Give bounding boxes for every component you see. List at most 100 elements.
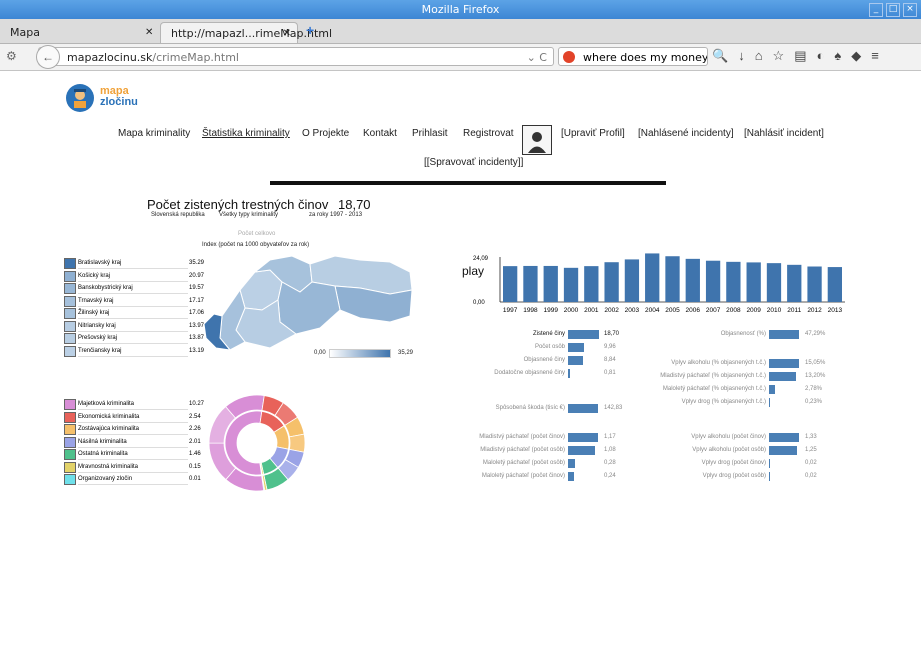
indicator-bar[interactable] — [568, 356, 583, 365]
indicator-label: Vplyv drog (počet činov) — [701, 460, 766, 466]
year-bar[interactable] — [543, 265, 558, 302]
indicator-bar[interactable] — [568, 472, 575, 481]
x-tick-label[interactable]: 2010 — [767, 307, 782, 314]
url-bar[interactable]: mapazlocinu.sk/crimeMap.html ⌄ C — [38, 47, 554, 66]
new-tab-plus-icon[interactable]: + — [306, 22, 314, 38]
menu-nahlasene-incidenty[interactable]: [Nahlásené incidenty] — [638, 128, 734, 139]
menu-spravovat-incidenty[interactable]: [[Spravovať incidenty]] — [424, 157, 523, 168]
year-bar[interactable] — [746, 262, 761, 302]
indicator-bar[interactable] — [769, 472, 770, 481]
indicator-bar[interactable] — [769, 359, 799, 368]
indicator-bar[interactable] — [769, 398, 770, 407]
x-tick-label[interactable]: 1999 — [544, 307, 559, 314]
menu-prihlasit[interactable]: Prihlasit — [412, 128, 448, 139]
menu-statistika-kriminality[interactable]: Štatistika kriminality — [202, 128, 290, 139]
indicator-bar[interactable] — [769, 372, 796, 381]
slovakia-region-map[interactable] — [200, 252, 420, 362]
yearly-bar-chart[interactable]: 0,00 24,09 1997 1998 1999 2000 2001 2002 2003 200… — [470, 252, 850, 317]
indicator-bar[interactable] — [568, 369, 570, 378]
x-tick-label[interactable]: 2008 — [726, 307, 741, 314]
home-icon[interactable]: ⌂ — [755, 48, 763, 64]
download-icon[interactable]: ↓ — [738, 48, 745, 64]
filter-years[interactable]: za roky 1997 - 2013 — [309, 212, 362, 218]
maximize-button[interactable]: □ — [886, 3, 900, 17]
x-tick-label[interactable]: 2006 — [686, 307, 701, 314]
x-tick-label[interactable]: 2011 — [787, 307, 801, 314]
indicator-bar[interactable] — [769, 433, 799, 442]
close-window-button[interactable]: × — [903, 3, 917, 17]
addon-icon[interactable]: ◐ — [817, 48, 825, 64]
year-bar[interactable] — [827, 267, 842, 302]
filter-region[interactable]: Slovenská republika — [151, 212, 205, 218]
crime-type-sunburst-chart[interactable] — [205, 395, 309, 495]
year-bar[interactable] — [766, 263, 782, 302]
x-tick-label[interactable]: 2012 — [807, 307, 822, 314]
year-bar[interactable] — [584, 266, 599, 302]
x-tick-label[interactable]: 2000 — [564, 307, 579, 314]
year-bar[interactable] — [624, 259, 640, 302]
indicator-bar[interactable] — [568, 330, 599, 339]
reload-icon[interactable]: ⌄ C — [527, 48, 547, 67]
indicator-bar[interactable] — [568, 404, 598, 413]
indicator-value: 1,33 — [805, 434, 817, 440]
indicator-bar[interactable] — [568, 459, 576, 468]
pocket-icon[interactable]: ♠ — [834, 48, 841, 64]
legend-label: Trnavský kraj — [78, 296, 188, 307]
legend-value: 0.15 — [189, 463, 201, 470]
bookmarks-list-icon[interactable]: ▤ — [794, 48, 806, 64]
indicator-bar[interactable] — [568, 446, 596, 455]
menu-registrovat[interactable]: Registrovat — [463, 128, 514, 139]
menu-icon[interactable]: ≡ — [871, 48, 879, 64]
year-bar[interactable] — [563, 267, 579, 302]
indicator-bar[interactable] — [769, 446, 797, 455]
x-tick-label[interactable]: 1997 — [503, 307, 518, 314]
search-bar[interactable]: where does my money go — [558, 47, 708, 66]
indicator-bar[interactable] — [769, 330, 799, 339]
menu-kontakt[interactable]: Kontakt — [363, 128, 397, 139]
filter-crime-type[interactable]: Všetky typy kriminality — [219, 212, 278, 218]
search-engine-icon[interactable] — [563, 51, 575, 63]
back-button[interactable]: ← — [36, 45, 60, 69]
extensions-icon[interactable]: ◆ — [851, 48, 861, 64]
menu-upravit-profil[interactable]: [Upraviť Profil] — [561, 128, 625, 139]
x-tick-label[interactable]: 2009 — [746, 307, 761, 314]
year-bar[interactable] — [807, 266, 822, 302]
tools-icon[interactable]: ⚙ — [6, 49, 17, 63]
avatar[interactable] — [522, 125, 552, 155]
bookmark-star-icon[interactable]: ☆ — [773, 48, 785, 64]
year-bar[interactable] — [503, 266, 518, 302]
menu-mapa-kriminality[interactable]: Mapa kriminality — [118, 128, 190, 139]
close-icon[interactable]: ✕ — [283, 23, 291, 44]
x-tick-label[interactable]: 2003 — [625, 307, 640, 314]
legend-label: Košický kraj — [78, 271, 188, 282]
tab-mapa[interactable]: Mapa ✕ — [0, 22, 155, 43]
x-tick-label[interactable]: 1998 — [523, 307, 538, 314]
indicator-bar[interactable] — [769, 459, 770, 468]
x-tick-label[interactable]: 2007 — [706, 307, 721, 314]
stats-value: 18,70 — [338, 197, 371, 212]
year-bar[interactable] — [726, 261, 741, 302]
indicator-label: Mladistvý páchateľ (počet osôb) — [480, 447, 565, 453]
year-bar[interactable] — [665, 256, 680, 302]
menu-o-projekte[interactable]: O Projekte — [302, 128, 349, 139]
year-bar[interactable] — [523, 265, 538, 302]
indicator-bar[interactable] — [769, 385, 775, 394]
x-tick-label[interactable]: 2002 — [604, 307, 619, 314]
x-tick-label[interactable]: 2004 — [645, 307, 660, 314]
search-icon[interactable]: 🔍 — [712, 48, 728, 64]
x-tick-label[interactable]: 2001 — [584, 307, 599, 314]
minimize-button[interactable]: _ — [869, 3, 883, 17]
year-bar[interactable] — [645, 253, 660, 302]
close-icon[interactable]: ✕ — [145, 22, 153, 43]
year-bar[interactable] — [787, 264, 802, 302]
year-bar[interactable] — [604, 262, 619, 302]
year-bar[interactable] — [705, 260, 721, 302]
menu-nahlasit-incident[interactable]: [Nahlásiť incident] — [744, 128, 824, 139]
x-tick-label[interactable]: 2013 — [828, 307, 843, 314]
indicator-bar[interactable] — [568, 433, 598, 442]
legend-swatch — [64, 436, 76, 448]
x-tick-label[interactable]: 2005 — [665, 307, 680, 314]
indicator-bar[interactable] — [568, 343, 585, 352]
year-bar[interactable] — [685, 258, 700, 302]
tab-crimemap[interactable]: http://mapazl...rimeMap.html ✕ — [160, 22, 332, 44]
